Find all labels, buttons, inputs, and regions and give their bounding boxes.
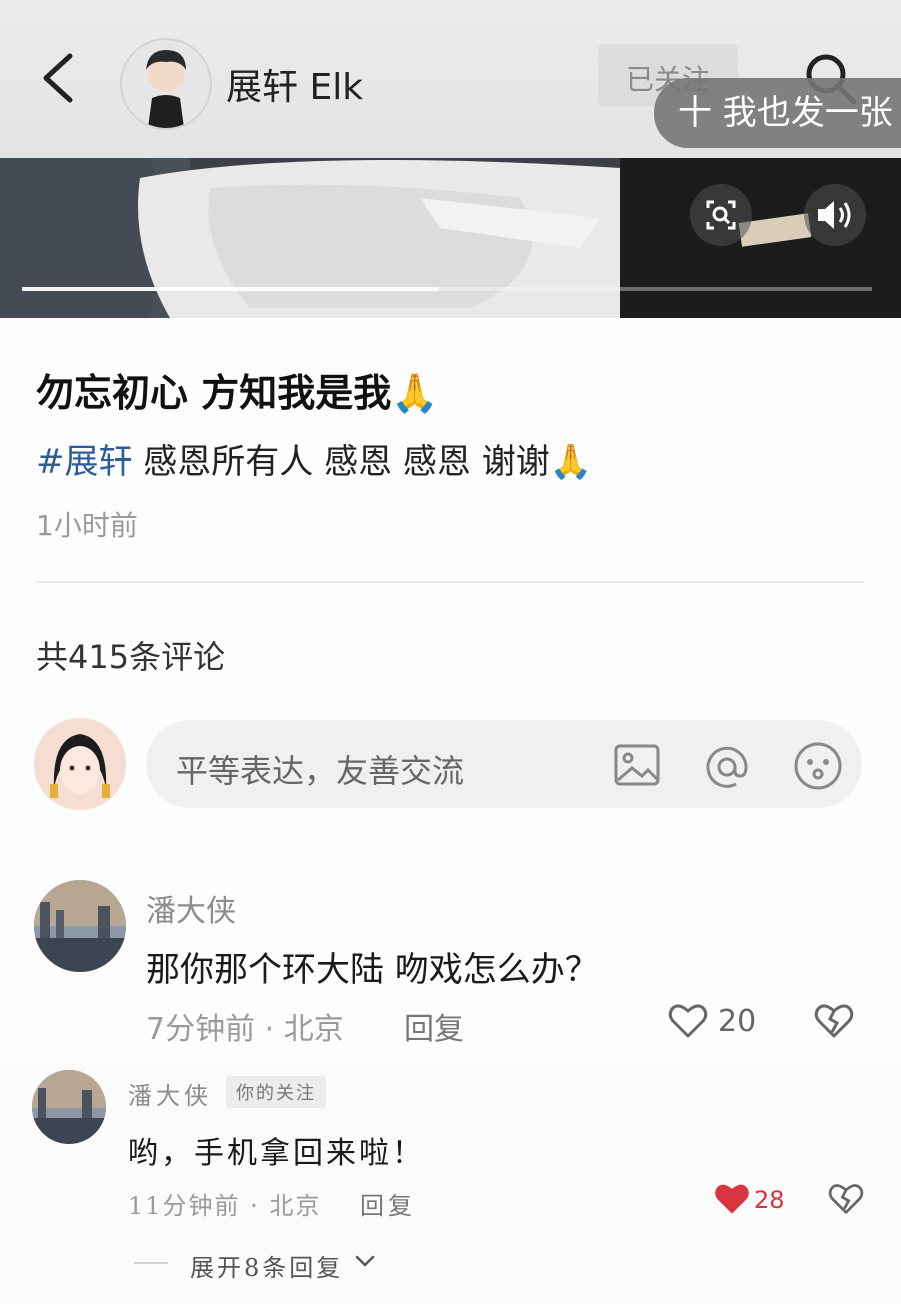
- zoom-button[interactable]: [690, 184, 752, 246]
- dislike-button[interactable]: [814, 1002, 854, 1040]
- comment-count: 共415条评论: [36, 638, 226, 676]
- image-icon: [614, 744, 660, 786]
- zoom-icon: [706, 200, 736, 230]
- broken-heart-icon: [828, 1184, 864, 1214]
- divider: [36, 581, 864, 583]
- post-body-text: 感恩所有人 感恩 感恩 谢谢🙏: [132, 442, 593, 482]
- commenter-avatar[interactable]: [34, 880, 126, 972]
- comment-meta: 7分钟前 · 北京: [146, 1012, 344, 1047]
- like-count: 20: [718, 1004, 757, 1039]
- dislike-button[interactable]: [828, 1182, 864, 1216]
- post-body: #展轩 感恩所有人 感恩 感恩 谢谢🙏: [36, 434, 592, 483]
- video-player[interactable]: [0, 158, 901, 318]
- video-frame: [0, 158, 901, 318]
- mention-button[interactable]: [700, 740, 754, 794]
- broken-heart-icon: [814, 1004, 854, 1038]
- image-button[interactable]: [612, 740, 662, 790]
- following-badge: 你的关注: [226, 1076, 326, 1108]
- comment-meta: 11分钟前 · 北京: [128, 1192, 322, 1220]
- like-button[interactable]: [714, 1182, 750, 1216]
- heart-icon: [715, 1184, 749, 1214]
- at-icon: [706, 746, 748, 788]
- expand-replies-toggle[interactable]: [354, 1252, 376, 1270]
- expand-divider: [134, 1262, 168, 1264]
- author-avatar[interactable]: [120, 38, 212, 130]
- like-button[interactable]: [668, 1002, 708, 1040]
- author-name[interactable]: 展轩 Elk: [226, 58, 363, 110]
- sound-icon: [818, 201, 851, 229]
- comment-reply-button[interactable]: 回复: [404, 1004, 464, 1048]
- back-button[interactable]: [34, 48, 84, 108]
- expand-replies-button[interactable]: 展开8条回复: [190, 1248, 343, 1283]
- post-too-button[interactable]: 十 我也发一张: [654, 78, 901, 148]
- heart-icon: [668, 1004, 708, 1038]
- comment-text: 那你那个环大陆 吻戏怎么办？: [146, 950, 599, 990]
- emoji-button[interactable]: [790, 738, 846, 794]
- emoji-icon: [794, 742, 842, 790]
- my-avatar[interactable]: [34, 718, 126, 810]
- post-title: 勿忘初心 方知我是我🙏: [36, 371, 439, 415]
- commenter-avatar[interactable]: [32, 1070, 106, 1144]
- video-progress-fill: [22, 287, 439, 291]
- comment-username[interactable]: 潘大侠: [128, 1076, 212, 1111]
- post-hashtag-link[interactable]: #展轩: [36, 442, 133, 482]
- sound-button[interactable]: [804, 184, 866, 246]
- like-count: 28: [754, 1186, 785, 1214]
- post-time: 1小时前: [36, 509, 138, 542]
- chevron-down-icon: [355, 1255, 375, 1267]
- comment-username[interactable]: 潘大侠: [146, 886, 236, 930]
- back-icon: [43, 53, 73, 103]
- comment-reply-button[interactable]: 回复: [360, 1186, 416, 1221]
- comment-text: 哟，手机拿回来啦！: [128, 1136, 425, 1171]
- comment-input-placeholder: 平等表达，友善交流: [176, 752, 465, 790]
